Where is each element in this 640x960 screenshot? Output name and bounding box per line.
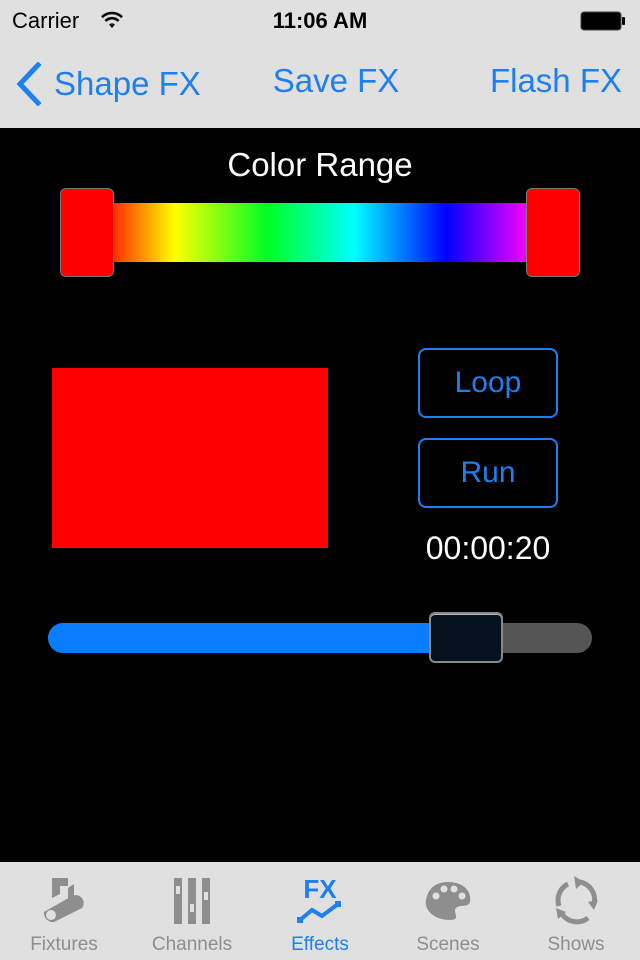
fx-icon: FX: [297, 874, 341, 923]
status-time: 11:06 AM: [272, 8, 368, 33]
color-preview-swatch: [52, 368, 328, 548]
battery-icon: [580, 11, 625, 31]
tab-shows[interactable]: Shows: [512, 862, 640, 960]
speed-slider[interactable]: [48, 608, 592, 668]
tab-effects[interactable]: FX Effects: [256, 862, 384, 960]
run-button[interactable]: Run: [418, 438, 558, 508]
color-range-high-handle[interactable]: [526, 188, 580, 277]
spotlight-icon: [43, 878, 84, 923]
status-bar: Carrier 11:06 AM: [0, 0, 640, 40]
tab-label: Scenes: [416, 934, 480, 955]
slider-thumb[interactable]: [428, 612, 503, 663]
cycle-arrows-icon: [555, 876, 598, 925]
timer-readout: 00:00:20: [425, 530, 551, 566]
effects-content: Color Range Loop Run 00:00:20: [0, 128, 640, 862]
loop-button[interactable]: Loop: [418, 348, 558, 418]
svg-text:FX: FX: [303, 874, 337, 904]
navigation-bar: Shape FX Save FX Flash FX: [0, 40, 640, 128]
tab-channels[interactable]: Channels: [128, 862, 256, 960]
palette-icon: [425, 882, 471, 920]
slider-fill: [48, 623, 439, 653]
tab-label: Fixtures: [30, 934, 98, 955]
tab-scenes[interactable]: Scenes: [384, 862, 512, 960]
tab-fixtures[interactable]: Fixtures: [0, 862, 128, 960]
tab-label: Effects: [291, 934, 349, 955]
color-range-low-handle[interactable]: [60, 188, 114, 277]
faders-icon: [174, 878, 210, 924]
flash-fx-button[interactable]: Flash FX: [490, 62, 622, 100]
tab-label: Shows: [547, 934, 605, 955]
tab-label: Channels: [151, 934, 233, 955]
color-range-gradient: [112, 203, 530, 262]
tab-bar: Fixtures Channels FX Effects Scenes Show…: [0, 862, 640, 960]
color-range-title: Color Range: [227, 146, 413, 183]
